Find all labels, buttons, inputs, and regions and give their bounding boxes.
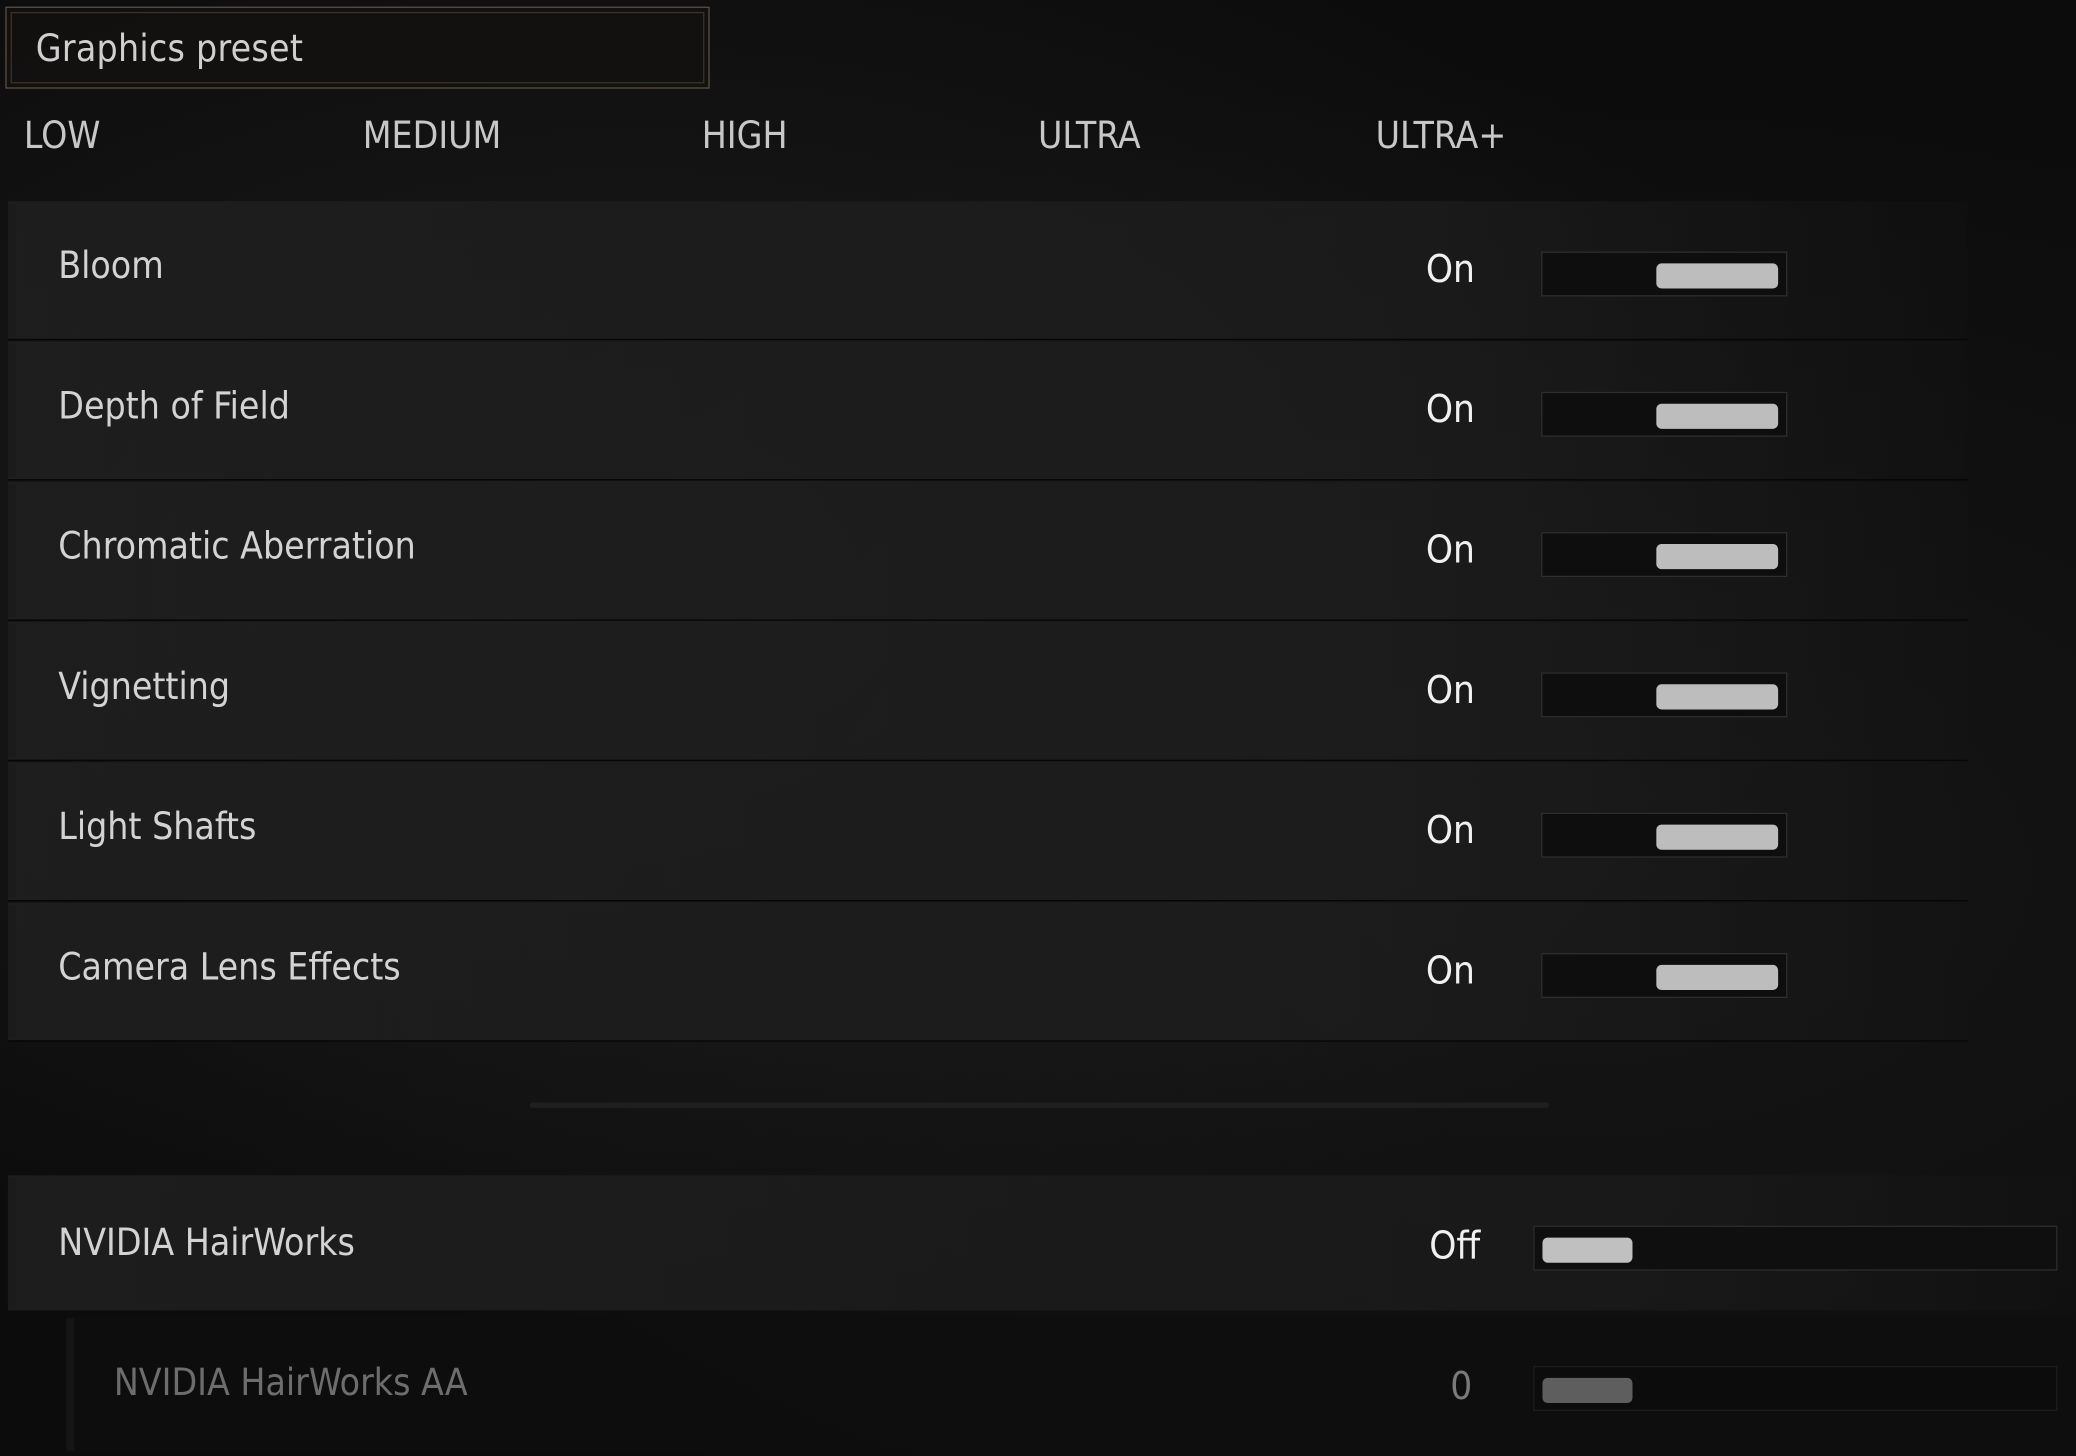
setting-row-light-shafts[interactable]: Light Shafts On [7,762,1968,902]
section-divider [529,1102,1550,1108]
setting-row-nvidia-hairworks-aa: NVIDIA HairWorks AA 0 [66,1315,2074,1454]
preset-level-high[interactable]: HIGH [702,114,788,158]
toggle-knob[interactable] [1656,403,1779,429]
vignetting-toggle[interactable] [1541,672,1788,718]
preset-level-medium[interactable]: MEDIUM [363,114,502,158]
setting-label: Vignetting [58,664,231,709]
setting-value: On [1425,947,1475,993]
setting-row-bloom[interactable]: Bloom On [7,201,1968,341]
setting-row-nvidia-hairworks[interactable]: NVIDIA HairWorks Off [7,1175,2074,1311]
depth-of-field-toggle[interactable] [1541,391,1788,437]
graphics-preset-label: Graphics preset [35,26,304,71]
toggle-knob[interactable] [1656,263,1779,289]
setting-label: Chromatic Aberration [58,524,416,568]
setting-value: On [1425,667,1475,713]
setting-label: Bloom [58,243,164,288]
nvidia-hairworks-aa-slider [1533,1365,2058,1411]
post-processing-settings-list: Bloom On Depth of Field On Chromatic Abe… [7,201,1968,1043]
slider-knob [1542,1377,1633,1404]
setting-label: Camera Lens Effects [58,945,401,989]
setting-label: Depth of Field [58,383,290,428]
setting-row-camera-lens-effects[interactable]: Camera Lens Effects On [7,902,1968,1042]
setting-value: 0 [1450,1363,1473,1409]
setting-value: On [1425,386,1475,432]
graphics-settings-panel: Graphics preset LOW MEDIUM HIGH ULTRA UL… [0,0,2076,1456]
nvidia-hairworks-slider[interactable] [1533,1225,2058,1271]
toggle-knob[interactable] [1656,964,1779,991]
bloom-toggle[interactable] [1541,251,1788,297]
setting-value: On [1425,807,1475,853]
setting-value: On [1425,526,1475,572]
preset-level-ultra-plus[interactable]: ULTRA+ [1376,114,1507,158]
setting-label: Light Shafts [58,804,257,849]
preset-level-ultra[interactable]: ULTRA [1038,114,1141,158]
setting-value: On [1425,246,1475,292]
toggle-knob[interactable] [1656,684,1779,710]
setting-value: Off [1429,1223,1481,1269]
graphics-preset-header: Graphics preset [5,6,710,89]
chromatic-aberration-toggle[interactable] [1541,532,1788,578]
light-shafts-toggle[interactable] [1541,812,1788,858]
toggle-knob[interactable] [1656,543,1779,570]
setting-row-depth-of-field[interactable]: Depth of Field On [7,341,1968,481]
toggle-knob[interactable] [1656,824,1779,850]
preset-level-low[interactable]: LOW [24,114,100,158]
camera-lens-effects-toggle[interactable] [1541,952,1788,998]
preset-level-selector: LOW MEDIUM HIGH ULTRA ULTRA+ [24,114,1613,167]
setting-label: NVIDIA HairWorks [58,1220,355,1265]
slider-knob[interactable] [1542,1237,1633,1263]
setting-row-chromatic-aberration[interactable]: Chromatic Aberration On [7,481,1968,621]
setting-row-vignetting[interactable]: Vignetting On [7,622,1968,762]
setting-label: NVIDIA HairWorks AA [113,1360,468,1405]
